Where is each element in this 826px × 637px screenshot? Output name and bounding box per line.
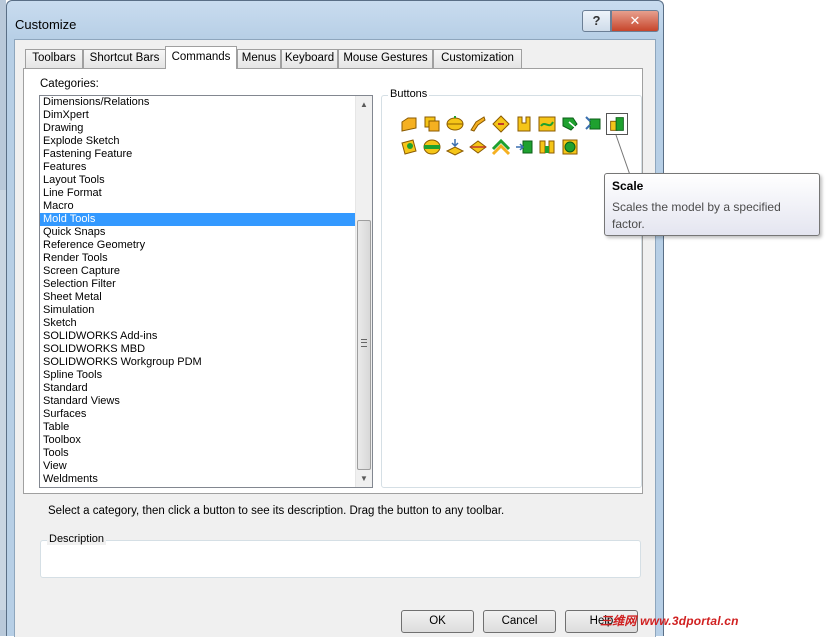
description-group-title: Description bbox=[47, 533, 107, 545]
tooling-split-icon[interactable] bbox=[560, 114, 580, 134]
category-item-selection-filter[interactable]: Selection Filter bbox=[40, 278, 356, 291]
category-item-table[interactable]: Table bbox=[40, 421, 356, 434]
category-item-solidworks-workgroup-pdm[interactable]: SOLIDWORKS Workgroup PDM bbox=[40, 356, 356, 369]
shut-off-surface-icon[interactable] bbox=[491, 114, 511, 134]
categories-list[interactable]: Dimensions/Relations DimXpert Drawing Ex… bbox=[39, 95, 373, 488]
scale-tooltip: Scale Scales the model by a specified fa… bbox=[604, 173, 820, 236]
tab-keyboard[interactable]: Keyboard bbox=[281, 49, 338, 68]
ok-button[interactable]: OK bbox=[401, 610, 474, 633]
categories-scrollbar[interactable]: ▲ ▼ bbox=[355, 96, 372, 487]
category-item-dimxpert[interactable]: DimXpert bbox=[40, 109, 356, 122]
description-group: Description bbox=[40, 533, 641, 578]
dialog-client-area: Toolbars Shortcut Bars Commands Menus Ke… bbox=[14, 39, 656, 637]
customize-dialog: Customize ? ✕ Toolbars Shortcut Bars Com… bbox=[6, 0, 664, 637]
title-bar[interactable]: Customize ? ✕ bbox=[7, 1, 663, 39]
category-item-tools[interactable]: Tools bbox=[40, 447, 356, 460]
tooltip-title: Scale bbox=[612, 179, 644, 193]
category-item-weldments[interactable]: Weldments bbox=[40, 473, 356, 486]
category-item-quick-snaps[interactable]: Quick Snaps bbox=[40, 226, 356, 239]
category-item-macro[interactable]: Macro bbox=[40, 200, 356, 213]
category-item-reference-geometry[interactable]: Reference Geometry bbox=[40, 239, 356, 252]
category-item-toolbox[interactable]: Toolbox bbox=[40, 434, 356, 447]
category-item-simulation[interactable]: Simulation bbox=[40, 304, 356, 317]
category-item-standard-views[interactable]: Standard Views bbox=[40, 395, 356, 408]
category-item-mold-tools[interactable]: Mold Tools bbox=[40, 213, 356, 226]
tooltip-description: Scales the model by a specified factor. bbox=[612, 200, 781, 231]
background-area bbox=[664, 0, 826, 636]
tab-menus[interactable]: Menus bbox=[237, 49, 281, 68]
tab-commands[interactable]: Commands bbox=[165, 46, 237, 69]
category-item-surfaces[interactable]: Surfaces bbox=[40, 408, 356, 421]
tab-toolbars[interactable]: Toolbars bbox=[25, 49, 83, 68]
scale-icon[interactable] bbox=[606, 113, 628, 135]
instruction-text: Select a category, then click a button t… bbox=[48, 505, 505, 517]
offset-surface-icon[interactable] bbox=[422, 114, 442, 134]
categories-label: Categories: bbox=[40, 78, 99, 90]
cavity-icon[interactable] bbox=[514, 137, 534, 157]
category-item-features[interactable]: Features bbox=[40, 161, 356, 174]
category-item-drawing[interactable]: Drawing bbox=[40, 122, 356, 135]
parting-line-icon[interactable] bbox=[468, 114, 488, 134]
category-item-standard[interactable]: Standard bbox=[40, 382, 356, 395]
category-item-line-format[interactable]: Line Format bbox=[40, 187, 356, 200]
categories-items: Dimensions/Relations DimXpert Drawing Ex… bbox=[40, 96, 356, 486]
planar-surface-icon[interactable] bbox=[399, 114, 419, 134]
insert-mold-folders-icon[interactable] bbox=[583, 114, 603, 134]
scrollbar-thumb[interactable] bbox=[357, 220, 371, 470]
category-item-view[interactable]: View bbox=[40, 460, 356, 473]
category-item-solidworks-add-ins[interactable]: SOLIDWORKS Add-ins bbox=[40, 330, 356, 343]
close-button[interactable]: ✕ bbox=[611, 10, 659, 32]
split-line-icon[interactable] bbox=[468, 137, 488, 157]
move-face-icon[interactable] bbox=[445, 137, 465, 157]
category-item-solidworks-mbd[interactable]: SOLIDWORKS MBD bbox=[40, 343, 356, 356]
core-icon[interactable] bbox=[514, 114, 534, 134]
buttons-group-title: Buttons bbox=[388, 88, 430, 100]
category-item-sketch[interactable]: Sketch bbox=[40, 317, 356, 330]
combine-icon[interactable] bbox=[560, 137, 580, 157]
buttons-group: Buttons bbox=[381, 88, 642, 488]
tab-shortcut-bars[interactable]: Shortcut Bars bbox=[83, 49, 166, 68]
shell-icon[interactable] bbox=[537, 137, 557, 157]
knit-surface-icon[interactable] bbox=[491, 137, 511, 157]
category-item-sheet-metal[interactable]: Sheet Metal bbox=[40, 291, 356, 304]
scroll-up-arrow-icon[interactable]: ▲ bbox=[356, 96, 372, 113]
window-title: Customize bbox=[15, 17, 77, 32]
cancel-button[interactable]: Cancel bbox=[483, 610, 556, 633]
category-item-fastening-feature[interactable]: Fastening Feature bbox=[40, 148, 356, 161]
scroll-down-arrow-icon[interactable]: ▼ bbox=[356, 470, 372, 487]
draft-analysis-icon[interactable] bbox=[537, 114, 557, 134]
undercut-analysis-icon[interactable] bbox=[399, 137, 419, 157]
category-item-layout-tools[interactable]: Layout Tools bbox=[40, 174, 356, 187]
category-item-spline-tools[interactable]: Spline Tools bbox=[40, 369, 356, 382]
tab-customization[interactable]: Customization bbox=[433, 49, 522, 68]
tooltip-pointer bbox=[615, 134, 641, 176]
category-item-screen-capture[interactable]: Screen Capture bbox=[40, 265, 356, 278]
parting-surface-icon[interactable] bbox=[422, 137, 442, 157]
category-item-explode-sketch[interactable]: Explode Sketch bbox=[40, 135, 356, 148]
site-watermark: 三维网 www.3dportal.cn bbox=[600, 614, 739, 628]
category-item-render-tools[interactable]: Render Tools bbox=[40, 252, 356, 265]
ruled-surface-icon[interactable] bbox=[445, 114, 465, 134]
category-item-dimensions-relations[interactable]: Dimensions/Relations bbox=[40, 96, 356, 109]
help-title-button[interactable]: ? bbox=[582, 10, 611, 32]
tab-mouse-gestures[interactable]: Mouse Gestures bbox=[338, 49, 433, 68]
grip-icon bbox=[361, 339, 367, 347]
